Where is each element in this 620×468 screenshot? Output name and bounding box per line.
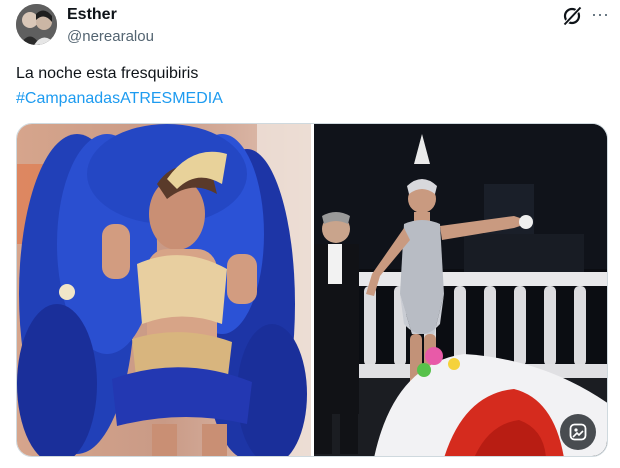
hashtag-link[interactable]: #CampanadasATRESMEDIA <box>16 89 223 109</box>
media-grid <box>16 123 608 457</box>
photo-silver-dress[interactable] <box>314 124 607 456</box>
avatar[interactable] <box>16 4 57 45</box>
tweet: Esther @nerearalou ··· La noche esta fre… <box>0 0 620 468</box>
user-handle[interactable]: @nerearalou <box>67 28 154 45</box>
tweet-text: La noche esta fresquibiris <box>16 65 199 82</box>
image-description-icon[interactable] <box>560 414 596 450</box>
grok-icon[interactable] <box>561 5 583 27</box>
more-options-icon[interactable]: ··· <box>589 5 611 26</box>
display-name[interactable]: Esther <box>67 6 117 24</box>
photo-showgirl[interactable] <box>17 124 311 456</box>
